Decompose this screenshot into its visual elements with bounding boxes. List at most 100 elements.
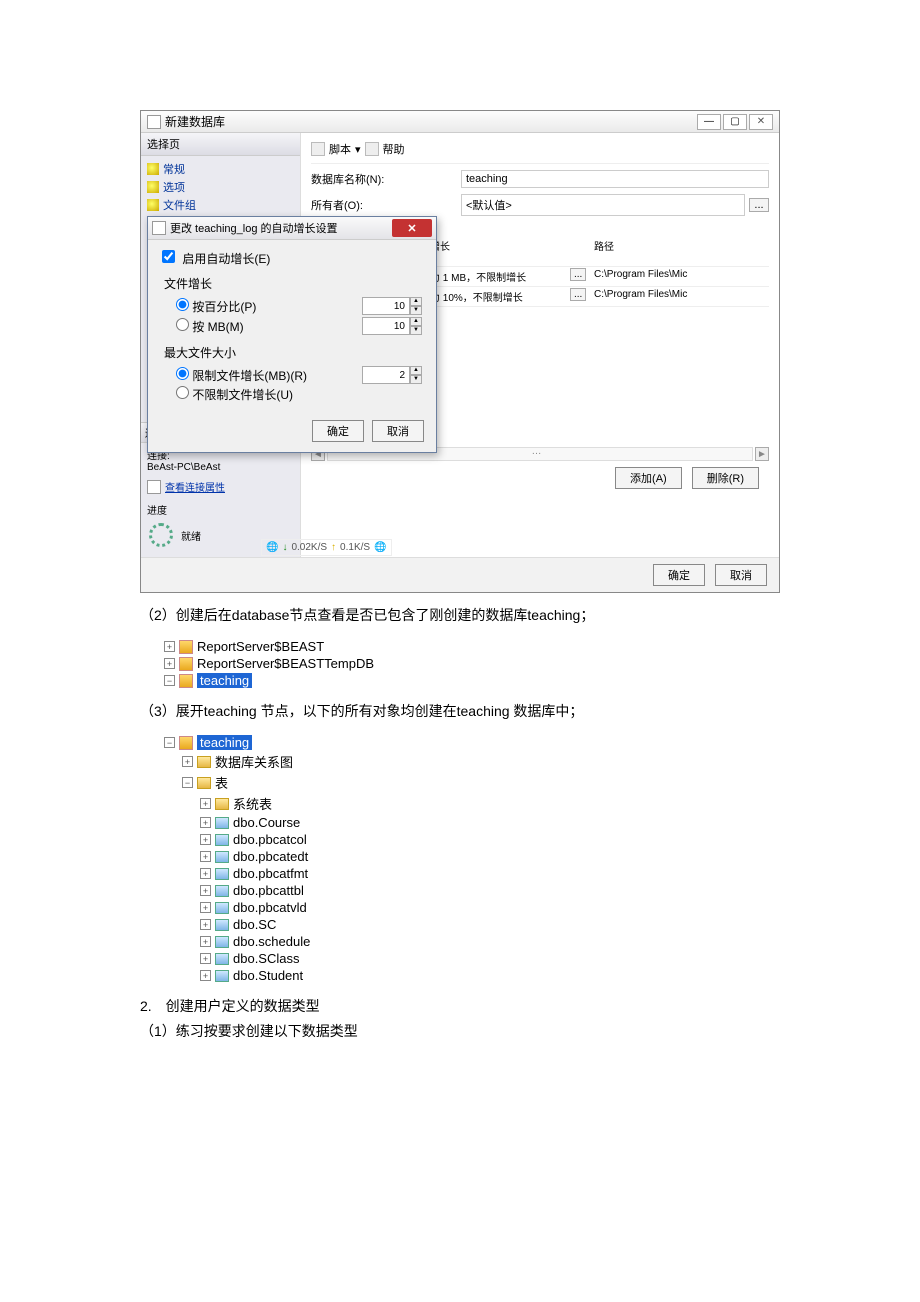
expand-icon[interactable]: + xyxy=(164,641,175,652)
tree-node[interactable]: − 表 xyxy=(182,772,780,793)
tree-view-teaching: − teaching + 数据库关系图 − 表 + 系统表 +dbo.Cours… xyxy=(164,734,780,984)
expand-icon[interactable]: + xyxy=(182,756,193,767)
tree-node[interactable]: − teaching xyxy=(164,672,780,689)
mb-spinner[interactable]: 10 xyxy=(362,317,410,335)
dialog-icon xyxy=(147,115,161,129)
tree-node-root[interactable]: − teaching xyxy=(164,734,780,751)
tree-node[interactable]: + 系统表 xyxy=(200,793,780,814)
grid-cell: C:\Program Files\Mic xyxy=(590,287,769,307)
sidebar-item-filegroups[interactable]: 文件组 xyxy=(147,196,294,214)
expand-icon[interactable]: + xyxy=(200,902,211,913)
add-button[interactable]: 添加(A) xyxy=(615,467,682,489)
script-icon xyxy=(311,142,325,156)
page-icon xyxy=(147,181,159,193)
scroll-right-icon[interactable]: ► xyxy=(755,447,769,461)
tree-node-table[interactable]: +dbo.SClass xyxy=(200,950,780,967)
tree-node-table[interactable]: + dbo.pbcattbl xyxy=(200,882,780,899)
limited-growth-radio[interactable]: 限制文件增长(MB)(R) xyxy=(176,367,307,384)
tree-node-table[interactable]: + dbo.Student xyxy=(200,967,780,984)
tree-label: dbo.pbcattbl xyxy=(233,883,304,898)
autogrowth-edit-button[interactable]: ... xyxy=(570,288,586,301)
sub-dialog-titlebar[interactable]: 更改 teaching_log 的自动增长设置 ✕ xyxy=(148,217,436,240)
tree-label: 系统表 xyxy=(233,794,272,813)
owner-row: 所有者(O): <默认值> ... xyxy=(311,194,769,216)
expand-icon[interactable]: + xyxy=(200,936,211,947)
collapse-icon[interactable]: − xyxy=(182,777,193,788)
new-database-dialog: 新建数据库 — ▢ ✕ 选择页 常规 选项 xyxy=(140,110,780,593)
net-icon: 🌐 xyxy=(266,542,278,553)
growth-by-percent-radio[interactable]: 按百分比(P) xyxy=(176,298,256,315)
limited-spinner[interactable]: 2 xyxy=(362,366,410,384)
sub-ok-button[interactable]: 确定 xyxy=(312,420,364,442)
tree-label-selected: teaching xyxy=(197,735,252,750)
spinner-buttons[interactable]: ▲▼ xyxy=(410,297,422,315)
up-speed: 0.1K/S xyxy=(340,542,370,553)
table-icon xyxy=(215,885,229,897)
tree-node-table[interactable]: +dbo.pbcatcol xyxy=(200,831,780,848)
tree-node[interactable]: + ReportServer$BEASTTempDB xyxy=(164,655,780,672)
browser-icon: 🌐 xyxy=(374,542,386,553)
sidebar-item-general[interactable]: 常规 xyxy=(147,160,294,178)
dialog-titlebar[interactable]: 新建数据库 — ▢ ✕ xyxy=(141,111,779,133)
sidebar-item-label: 选项 xyxy=(163,179,185,195)
enable-autogrowth-input[interactable] xyxy=(162,250,175,263)
collapse-icon[interactable]: − xyxy=(164,675,175,686)
spinner-buttons[interactable]: ▲▼ xyxy=(410,366,422,384)
tree-node[interactable]: + ReportServer$BEAST xyxy=(164,638,780,655)
expand-icon[interactable]: + xyxy=(200,970,211,981)
tree-node-table[interactable]: +dbo.schedule xyxy=(200,933,780,950)
sub-dialog-title: 更改 teaching_log 的自动增长设置 xyxy=(170,220,338,236)
tree-node-table[interactable]: +dbo.SC xyxy=(200,916,780,933)
owner-browse-button[interactable]: ... xyxy=(749,198,769,212)
expand-icon[interactable]: + xyxy=(200,798,211,809)
enable-autogrowth-checkbox[interactable]: 启用自动增长(E) xyxy=(162,252,270,266)
db-name-label: 数据库名称(N): xyxy=(311,171,461,187)
cancel-button[interactable]: 取消 xyxy=(715,564,767,586)
ok-button[interactable]: 确定 xyxy=(653,564,705,586)
sidebar-item-options[interactable]: 选项 xyxy=(147,178,294,196)
page-icon xyxy=(147,199,159,211)
tree-node-table[interactable]: +dbo.Course xyxy=(200,814,780,831)
tree-node-table[interactable]: +dbo.pbcatvld xyxy=(200,899,780,916)
table-icon xyxy=(215,953,229,965)
expand-icon[interactable]: + xyxy=(200,868,211,879)
expand-icon[interactable]: + xyxy=(200,885,211,896)
sidebar-header: 选择页 xyxy=(141,133,300,156)
expand-icon[interactable]: + xyxy=(200,851,211,862)
tree-node[interactable]: + 数据库关系图 xyxy=(182,751,780,772)
sub-cancel-button[interactable]: 取消 xyxy=(372,420,424,442)
percent-spinner[interactable]: 10 xyxy=(362,297,410,315)
remove-button[interactable]: 删除(R) xyxy=(692,467,759,489)
tree-node-table[interactable]: +dbo.pbcatedt xyxy=(200,848,780,865)
view-connection-properties-link[interactable]: 查看连接属性 xyxy=(165,479,225,494)
dropdown-arrow-icon[interactable]: ▾ xyxy=(355,143,361,156)
expand-icon[interactable]: + xyxy=(200,817,211,828)
owner-label: 所有者(O): xyxy=(311,197,461,213)
grid-header-path: 路径 xyxy=(590,236,769,267)
sub-close-button[interactable]: ✕ xyxy=(392,219,432,237)
minimize-button[interactable]: — xyxy=(697,114,721,130)
growth-by-mb-radio[interactable]: 按 MB(M) xyxy=(176,318,244,335)
owner-input[interactable]: <默认值> xyxy=(461,194,745,216)
database-icon xyxy=(179,736,193,750)
unlimited-growth-radio[interactable]: 不限制文件增长(U) xyxy=(176,386,293,403)
expand-icon[interactable]: + xyxy=(200,919,211,930)
close-button[interactable]: ✕ xyxy=(749,114,773,130)
expand-icon[interactable]: + xyxy=(200,953,211,964)
expand-icon[interactable]: + xyxy=(200,834,211,845)
collapse-icon[interactable]: − xyxy=(164,737,175,748)
maximize-button[interactable]: ▢ xyxy=(723,114,747,130)
table-icon xyxy=(215,868,229,880)
expand-icon[interactable]: + xyxy=(164,658,175,669)
spinner-buttons[interactable]: ▲▼ xyxy=(410,317,422,335)
file-growth-label: 文件增长 xyxy=(164,275,422,292)
autogrowth-edit-button[interactable]: ... xyxy=(570,268,586,281)
status-strip: 🌐 ↓ 0.02K/S ↑ 0.1K/S 🌐 xyxy=(261,539,392,556)
script-dropdown[interactable]: 脚本 xyxy=(329,141,351,157)
help-button[interactable]: 帮助 xyxy=(383,141,405,157)
tree-node-table[interactable]: +dbo.pbcatfmt xyxy=(200,865,780,882)
db-name-input[interactable]: teaching xyxy=(461,170,769,188)
tree-label: dbo.Student xyxy=(233,968,303,983)
view-props-icon xyxy=(147,480,161,494)
content-toolbar: 脚本 ▾ 帮助 xyxy=(311,139,769,164)
